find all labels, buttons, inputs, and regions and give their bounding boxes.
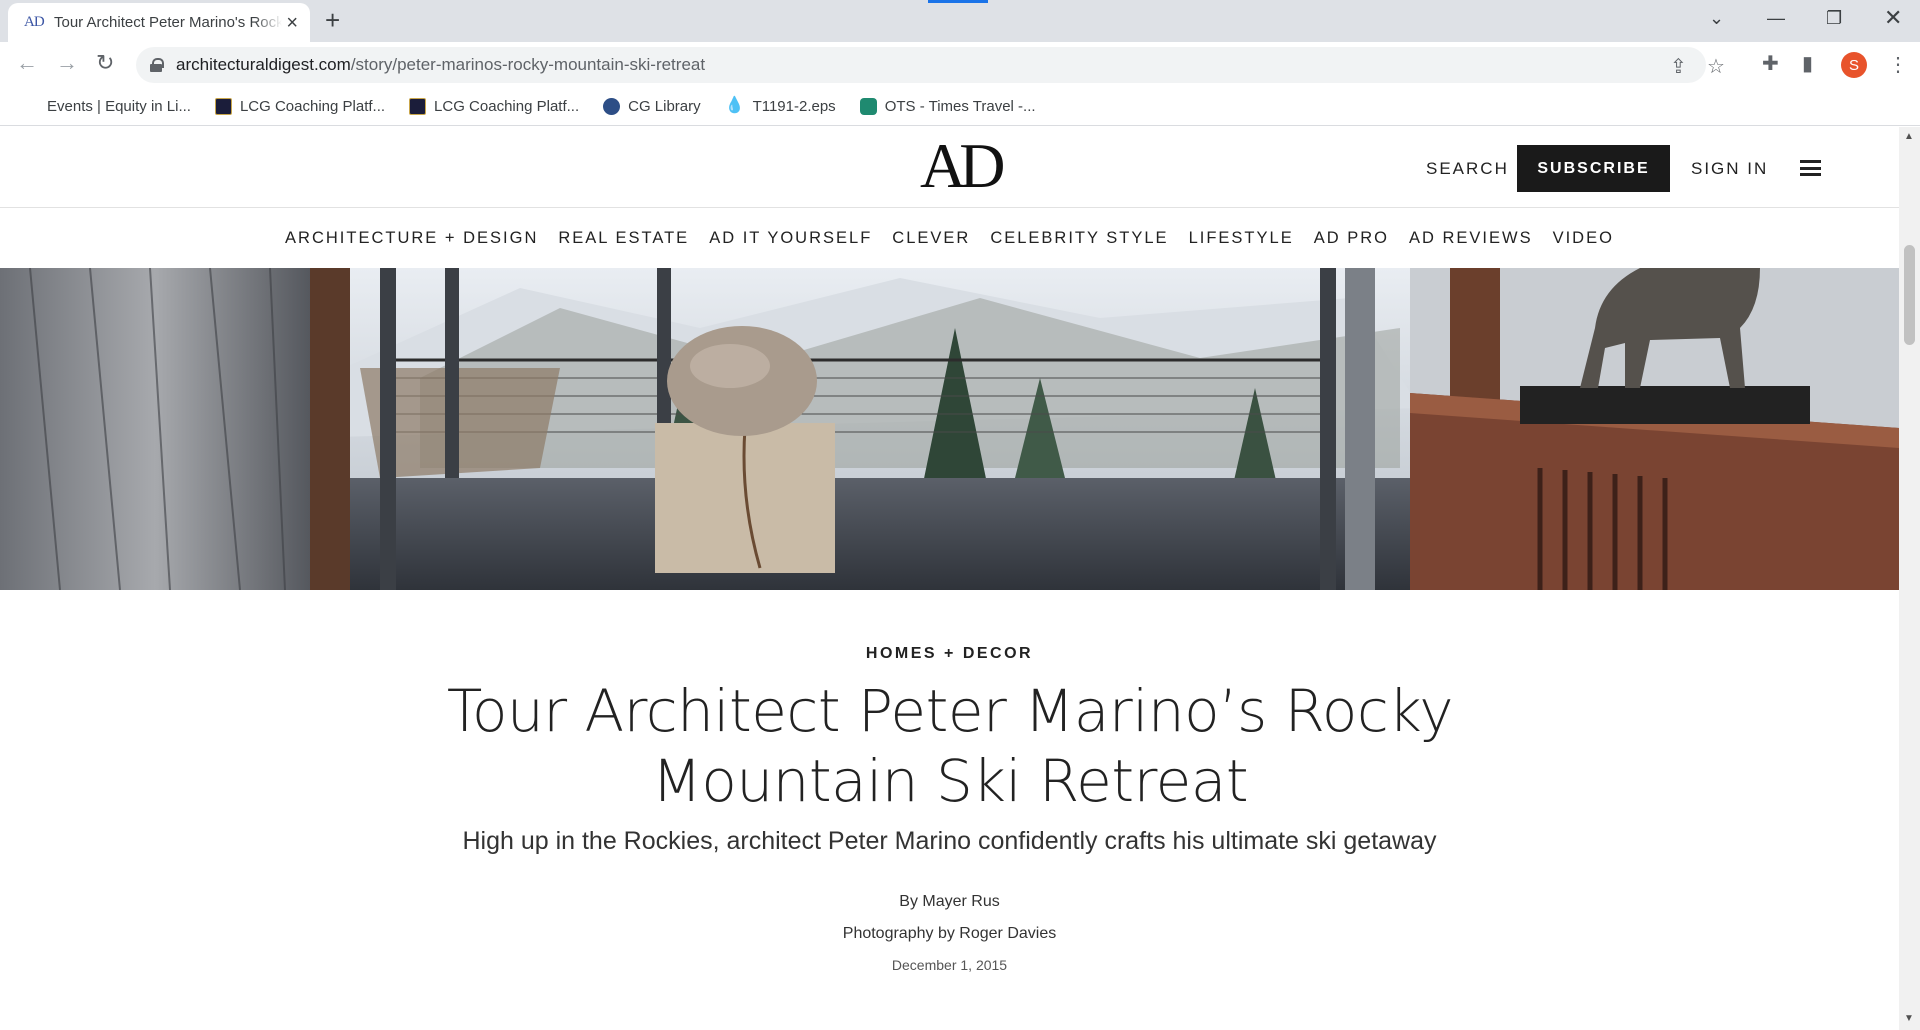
bookmark-item[interactable]: LCG Coaching Platf...	[409, 98, 579, 115]
bookmark-label: LCG Coaching Platf...	[239, 98, 386, 115]
site-favicon-icon: AD	[24, 14, 45, 30]
forward-icon[interactable]: →	[56, 52, 78, 74]
profile-avatar[interactable]: S	[1841, 52, 1867, 78]
bookmarks-bar: Events | Equity in Li... LCG Coaching Pl…	[0, 88, 1920, 126]
bookmark-label: LCG Coaching Platf...	[434, 98, 580, 115]
article-dek: High up in the Rockies, architect Peter …	[462, 827, 1437, 855]
share-icon[interactable]: ⇪	[1670, 54, 1687, 79]
close-window-icon[interactable]: ✕	[1884, 5, 1902, 31]
bookmark-label: OTS - Times Travel -...	[884, 98, 1036, 115]
publish-date: December 1, 2015	[891, 957, 1008, 973]
back-icon[interactable]: ←	[16, 52, 38, 74]
browser-toolbar: ← → ↻ architecturaldigest.com/story/pete…	[0, 42, 1920, 88]
hero-photo-illustration	[0, 268, 1899, 590]
lcg-logo-icon	[409, 98, 427, 115]
globe-icon	[603, 98, 621, 115]
new-tab-icon[interactable]: +	[325, 7, 340, 33]
nav-item-clever[interactable]: CLEVER	[892, 229, 970, 248]
bookmark-label: CG Library	[628, 98, 701, 115]
reload-icon[interactable]: ↻	[96, 52, 114, 74]
nav-item-real-estate[interactable]: REAL ESTATE	[558, 229, 689, 248]
nav-item-ad-pro[interactable]: AD PRO	[1314, 229, 1389, 248]
tab-title: Tour Architect Peter Marino's Rocky Moun…	[54, 14, 282, 31]
nav-item-lifestyle[interactable]: LIFESTYLE	[1189, 229, 1294, 248]
bookmark-star-icon[interactable]: ☆	[1707, 54, 1725, 79]
address-bar[interactable]: architecturaldigest.com/story/peter-mari…	[136, 47, 1725, 83]
lock-icon[interactable]	[150, 58, 164, 72]
url-path: /story/peter-marinos-rocky-mountain-ski-…	[350, 55, 706, 74]
url-domain: architecturaldigest.com	[176, 55, 351, 74]
side-panel-icon[interactable]: ▮	[1802, 54, 1813, 74]
scroll-up-arrow-icon[interactable]: ▲	[1904, 131, 1914, 142]
bookmark-label: T1191-2.eps	[752, 98, 836, 115]
browser-tab-active[interactable]: AD Tour Architect Peter Marino's Rocky M…	[8, 3, 310, 42]
nav-item-ad-it-yourself[interactable]: AD IT YOURSELF	[709, 229, 872, 248]
tab-search-chevron-icon[interactable]: ⌄	[1709, 8, 1724, 29]
page-viewport: AD SEARCH SUBSCRIBE SIGN IN ARCHITECTURE…	[0, 127, 1899, 1030]
photo-credit[interactable]: Photography by Roger Davies	[0, 925, 1899, 943]
bookmark-item[interactable]: OTS - Times Travel -...	[859, 98, 1036, 115]
subscribe-button[interactable]: SUBSCRIBE	[1517, 145, 1670, 192]
site-header: AD SEARCH SUBSCRIBE SIGN IN	[0, 127, 1899, 208]
nav-item-ad-reviews[interactable]: AD REVIEWS	[1409, 229, 1533, 248]
bookmark-item[interactable]: LCG Coaching Platf...	[214, 98, 386, 115]
hamburger-menu-icon[interactable]	[1800, 160, 1821, 176]
scroll-down-arrow-icon[interactable]: ▼	[1904, 1013, 1914, 1024]
nav-item-architecture-design[interactable]: ARCHITECTURE + DESIGN	[285, 229, 538, 248]
site-nav: ARCHITECTURE + DESIGN REAL ESTATE AD IT …	[0, 208, 1899, 268]
article-rubric-link[interactable]: HOMES + DECOR	[0, 645, 1899, 663]
article-headline: Tour Architect Peter Marino’s Rocky Moun…	[446, 677, 1454, 815]
hero-image	[0, 268, 1899, 590]
nav-item-video[interactable]: VIDEO	[1553, 229, 1614, 248]
page-scrollbar[interactable]: ▲ ▼	[1899, 127, 1920, 1030]
search-link[interactable]: SEARCH	[1426, 159, 1509, 179]
restore-icon[interactable]: ❐	[1826, 8, 1842, 29]
minimize-icon[interactable]: —	[1767, 8, 1785, 29]
scrollbar-thumb[interactable]	[1904, 245, 1915, 345]
bookmark-item[interactable]: 💧 T1191-2.eps	[724, 97, 836, 116]
bookmark-label: Events | Equity in Li...	[47, 98, 191, 115]
ad-logo[interactable]: AD	[920, 134, 1005, 198]
browser-menu-icon[interactable]: ⋮	[1888, 52, 1908, 77]
close-tab-icon[interactable]: ×	[286, 13, 298, 33]
ots-icon	[859, 98, 877, 115]
bookmark-item[interactable]: CG Library	[603, 98, 701, 115]
article-byline[interactable]: By Mayer Rus	[0, 893, 1899, 911]
droplet-icon: 💧	[724, 97, 745, 114]
lcg-logo-icon	[214, 98, 232, 115]
sign-in-link[interactable]: SIGN IN	[1691, 159, 1768, 179]
bookmark-item[interactable]: Events | Equity in Li...	[47, 98, 191, 115]
tab-loading-indicator	[928, 0, 988, 3]
extensions-puzzle-icon[interactable]: ✚	[1762, 54, 1779, 74]
nav-item-celebrity-style[interactable]: CELEBRITY STYLE	[990, 229, 1168, 248]
tab-strip: AD Tour Architect Peter Marino's Rocky M…	[0, 0, 1920, 42]
